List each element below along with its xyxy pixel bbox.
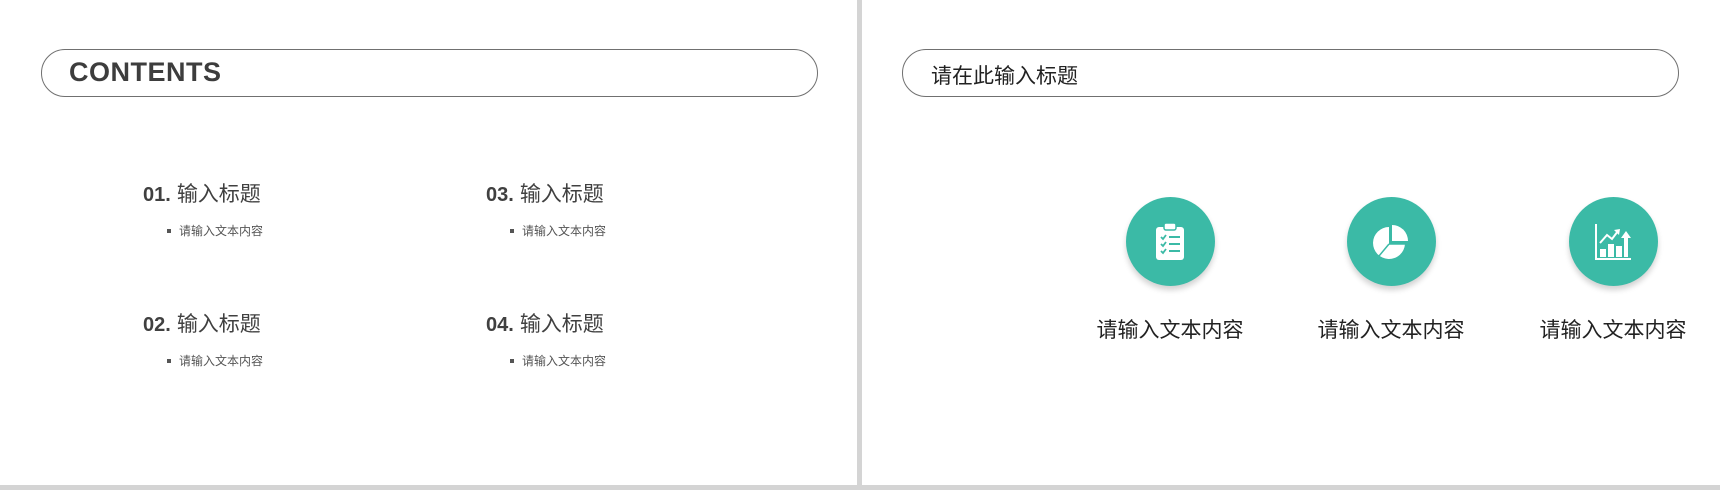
toc-subtext: 请输入文本内容 <box>510 222 606 239</box>
clipboard-checklist-icon <box>1156 221 1184 260</box>
toc-title: 输入标题 <box>176 312 261 336</box>
toc-title: 输入标题 <box>519 312 604 336</box>
feature-label: 请输入文本内容 <box>1539 318 1687 342</box>
feature-circle <box>1125 197 1215 286</box>
toc-number: 04. <box>486 314 514 336</box>
toc-subtext: 请输入文本内容 <box>167 222 263 239</box>
toc-number: 03. <box>486 184 514 206</box>
feature-label: 请输入文本内容 <box>1317 318 1465 342</box>
bullet-icon <box>167 228 171 233</box>
title-pill: 请在此输入标题 <box>902 49 1679 97</box>
toc-number: 01. <box>143 184 171 206</box>
bullet-icon <box>510 228 514 233</box>
feature-circle <box>1346 197 1436 286</box>
feature-3[interactable]: 请输入文本内容 <box>1513 197 1713 344</box>
toc-title: 输入标题 <box>176 182 261 206</box>
bullet-icon <box>167 358 171 363</box>
slide-contents: CONTENTS 01. 输入标题 请输入文本内容 02. 输入标题 请输入文本内容… <box>0 0 857 485</box>
toc-subtext: 请输入文本内容 <box>510 352 606 369</box>
feature-circle <box>1568 197 1658 286</box>
toc-title: 输入标题 <box>519 182 604 206</box>
toc-item-02[interactable]: 02. 输入标题 请输入文本内容 <box>143 308 263 369</box>
toc-number: 02. <box>143 314 171 336</box>
toc-item-03[interactable]: 03. 输入标题 请输入文本内容 <box>486 178 606 239</box>
growth-bar-chart-icon <box>1595 223 1631 260</box>
feature-label: 请输入文本内容 <box>1096 318 1244 342</box>
feature-1[interactable]: 请输入文本内容 <box>1070 197 1270 344</box>
feature-2[interactable]: 请输入文本内容 <box>1291 197 1491 344</box>
toc-item-04[interactable]: 04. 输入标题 请输入文本内容 <box>486 308 606 369</box>
bullet-icon <box>510 358 514 363</box>
toc-subtext: 请输入文本内容 <box>167 352 263 369</box>
toc-item-01[interactable]: 01. 输入标题 请输入文本内容 <box>143 178 263 239</box>
slide-features: 请在此输入标题 请输入文本内容 请输入文本内容 请输入文本内容 <box>862 0 1720 485</box>
pie-chart-icon <box>1373 224 1408 259</box>
title-pill: CONTENTS <box>41 49 818 97</box>
page-title: 请在此输入标题 <box>931 64 1078 88</box>
contents-title: CONTENTS <box>69 57 222 87</box>
